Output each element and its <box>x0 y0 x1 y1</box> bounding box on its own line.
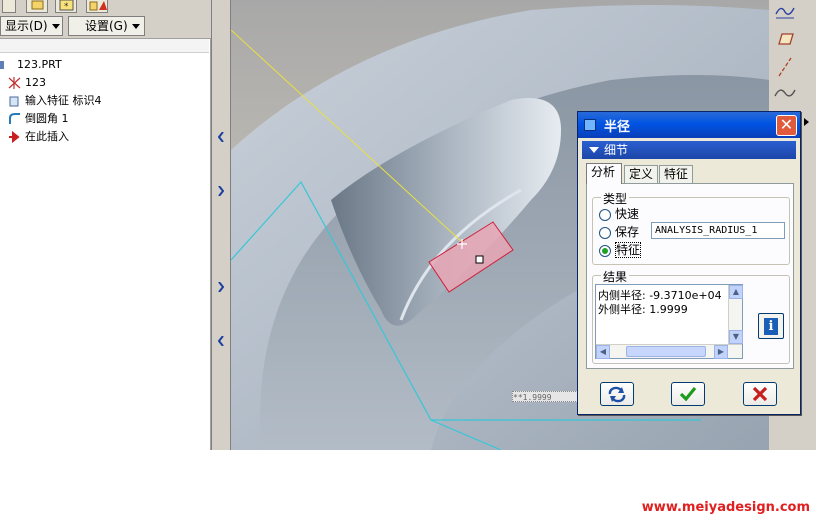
tree-item-label: 123 <box>25 76 46 89</box>
scroll-down-icon[interactable]: ▼ <box>729 330 743 344</box>
results-list[interactable]: 内侧半径: -9.3710e+04 外侧半径: 1.9999 ▲ ▼ ◀ ▶ <box>595 284 743 359</box>
datum-csys-icon <box>8 77 21 89</box>
radio-quick-label: 快速 <box>615 207 640 221</box>
svg-text:*: * <box>64 2 69 12</box>
radio-feature[interactable]: 特征 <box>599 242 642 258</box>
app-window: * 显示(D) 设置(G) 123.PRT 123 输入特征 标识4 倒圆角 1… <box>0 0 816 523</box>
dialog-title: 半径 <box>604 120 631 135</box>
repeat-analysis-button[interactable] <box>600 382 634 406</box>
tree-item-datum[interactable]: 123 <box>8 75 46 91</box>
tree-item-label: 输入特征 标识4 <box>25 94 102 107</box>
show-menu-button[interactable]: 显示(D) <box>0 16 63 36</box>
checkmark-icon <box>679 386 697 402</box>
collapse-triangle-icon <box>589 147 599 153</box>
tree-item-part[interactable]: 123.PRT <box>0 57 62 73</box>
show-menu-label: 显示(D) <box>5 19 48 33</box>
splitter-arrow-icon <box>218 282 224 292</box>
model-tree-panel: * 显示(D) 设置(G) 123.PRT 123 输入特征 标识4 倒圆角 1… <box>0 0 211 450</box>
insert-arrow-icon <box>8 130 21 144</box>
panel-splitter[interactable] <box>211 0 231 450</box>
refresh-icon <box>608 386 626 403</box>
scroll-thumb[interactable] <box>626 346 706 357</box>
plane-tool-icon[interactable] <box>773 30 797 52</box>
radio-quick[interactable]: 快速 <box>599 206 639 222</box>
radio-button-icon <box>599 208 611 221</box>
radius-dialog: 半径 ✕ 细节 分析 定义 特征 类型 快速 保存 特征 ANALYSIS_RA… <box>577 111 801 415</box>
splitter-arrow-icon <box>218 132 224 142</box>
star-icon[interactable]: * <box>55 0 77 13</box>
info-button[interactable]: i <box>758 313 784 339</box>
radio-button-icon <box>599 226 611 239</box>
round-feature-icon <box>8 113 21 125</box>
details-section-label: 细节 <box>604 143 629 157</box>
cross-icon <box>752 386 768 402</box>
pick-handle[interactable] <box>475 255 484 264</box>
scroll-left-icon[interactable]: ◀ <box>596 345 610 359</box>
analysis-tab-panel: 类型 快速 保存 特征 ANALYSIS_RADIUS_1 结果 内侧半径: -… <box>586 183 794 369</box>
outer-radius-value: 外侧半径: 1.9999 <box>598 303 688 316</box>
results-horizontal-scrollbar[interactable]: ◀ ▶ <box>596 344 742 359</box>
type-group: 类型 快速 保存 特征 ANALYSIS_RADIUS_1 <box>592 190 790 265</box>
tree-item-label: 在此插入 <box>25 130 69 143</box>
dimension-tag: **1.9999 <box>512 391 582 402</box>
results-group: 结果 内侧半径: -9.3710e+04 外侧半径: 1.9999 ▲ ▼ ◀ … <box>592 268 790 364</box>
results-group-label: 结果 <box>601 268 630 285</box>
analysis-name-field[interactable]: ANALYSIS_RADIUS_1 <box>651 222 785 239</box>
scroll-up-icon[interactable]: ▲ <box>729 285 743 299</box>
tree-item-insert-here[interactable]: 在此插入 <box>8 129 69 145</box>
radio-save[interactable]: 保存 <box>599 224 639 240</box>
tree-tool-icon[interactable] <box>2 0 16 13</box>
dialog-title-bar[interactable]: 半径 ✕ <box>578 112 800 138</box>
tree-item-label: 倒圆角 1 <box>25 112 69 125</box>
radio-selected-icon <box>599 244 611 257</box>
splitter-arrow-icon <box>218 186 224 196</box>
scroll-right-icon[interactable]: ▶ <box>714 345 728 359</box>
radio-save-label: 保存 <box>615 225 640 239</box>
tab-analysis[interactable]: 分析 <box>586 163 622 184</box>
tree-header <box>0 39 209 53</box>
tree-item-label: 123.PRT <box>17 58 62 71</box>
cancel-button[interactable] <box>743 382 777 406</box>
type-group-label: 类型 <box>601 190 630 207</box>
close-button[interactable]: ✕ <box>776 115 797 136</box>
part-icon <box>0 59 13 71</box>
model-tree-menu-row: 显示(D) 设置(G) <box>0 16 211 38</box>
watermark-text: www.meiyadesign.com <box>641 500 810 515</box>
tab-definition[interactable]: 定义 <box>624 165 658 183</box>
results-vertical-scrollbar[interactable]: ▲ ▼ <box>728 285 743 344</box>
settings-menu-button[interactable]: 设置(G) <box>68 16 145 36</box>
info-icon: i <box>764 318 778 335</box>
tree-item-round[interactable]: 倒圆角 1 <box>8 111 69 127</box>
dialog-app-icon <box>584 119 596 131</box>
chevron-down-icon <box>131 24 140 29</box>
toolbar-expand-icon[interactable] <box>803 116 813 138</box>
feature-tool-icon[interactable] <box>86 0 108 13</box>
axis-tool-icon[interactable] <box>773 56 797 78</box>
details-section-header[interactable]: 细节 <box>582 141 796 159</box>
model-tree: 123.PRT 123 输入特征 标识4 倒圆角 1 在此插入 <box>0 38 211 450</box>
curve-tool-icon[interactable] <box>773 2 797 24</box>
import-feature-icon <box>8 95 21 107</box>
radio-feature-label: 特征 <box>615 242 642 258</box>
sketch-curve-tool-icon[interactable] <box>773 84 797 106</box>
tree-item-import-feature[interactable]: 输入特征 标识4 <box>8 93 102 109</box>
folder-icon[interactable] <box>26 0 48 13</box>
settings-menu-label: 设置(G) <box>85 19 128 33</box>
tab-feature[interactable]: 特征 <box>659 165 693 183</box>
chevron-down-icon <box>51 24 60 29</box>
ok-button[interactable] <box>671 382 705 406</box>
splitter-arrow-icon <box>218 336 224 346</box>
model-tree-toolbar: * <box>0 0 211 14</box>
